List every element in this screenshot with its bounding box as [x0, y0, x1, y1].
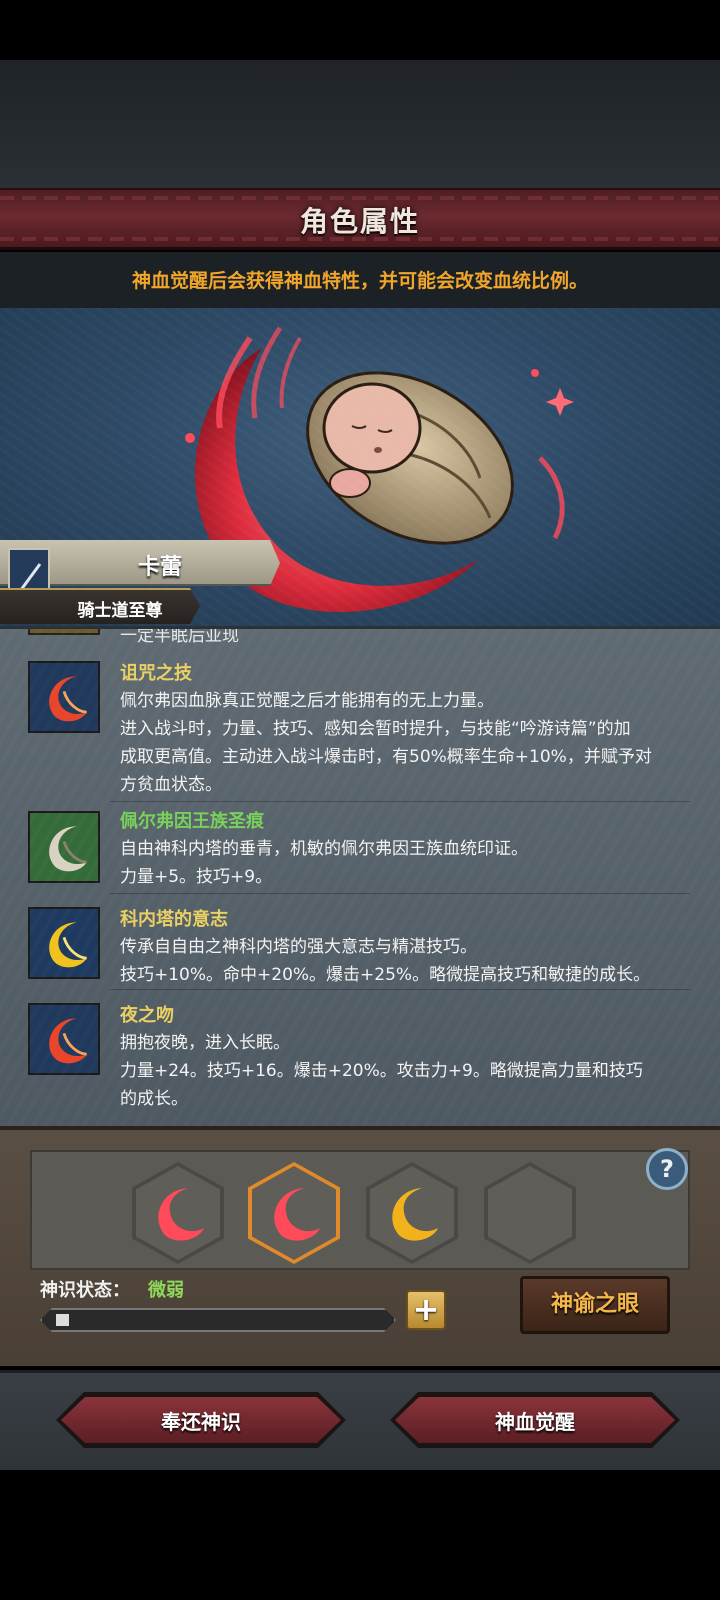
notice-text: 神血觉醒后会获得神血特性，并可能会改变血统比例。: [131, 270, 588, 292]
yellow-crescent-icon: [28, 907, 100, 979]
divider: [110, 893, 690, 894]
empty-slot[interactable]: [484, 1162, 576, 1264]
help-button[interactable]: ?: [646, 1148, 688, 1190]
return-sense-button[interactable]: 奉还神识: [56, 1392, 346, 1448]
trait-description: 佩尔弗因血脉真正觉醒之后才能拥有的无上力量。 进入战斗时，力量、技巧、感知会暂时…: [120, 691, 652, 795]
trait-icon-partial: [28, 629, 100, 635]
trait-name: 夜之吻: [120, 1005, 174, 1026]
red-crescent-icon: [28, 661, 100, 733]
header-banner: 角色属性: [0, 188, 720, 250]
oracle-eye-button[interactable]: 神谕之眼: [520, 1276, 670, 1334]
page-title: 角色属性: [299, 205, 420, 238]
red-moon-icon: [274, 1188, 320, 1241]
trait-name: 诅咒之技: [120, 663, 192, 684]
gold-moon-icon: [392, 1188, 438, 1241]
trait-description: 传承自自由之神科内塔的强大意志与精湛技巧。 技巧+10%。命中+20%。爆击+2…: [120, 937, 651, 985]
divider: [110, 989, 690, 990]
status-bar-area: [0, 0, 720, 60]
divine-sense-progress: [40, 1308, 396, 1332]
divine-sense-value: 微弱: [148, 1280, 184, 1301]
backdrop: [0, 60, 720, 190]
red-moon-icon: [158, 1188, 204, 1241]
slot-tray: [30, 1150, 690, 1270]
red-crescent-icon: [28, 1003, 100, 1075]
character-name: 卡蕾: [137, 555, 182, 580]
progress-fill: [56, 1314, 69, 1326]
red-moon-slot[interactable]: [132, 1162, 224, 1264]
trait-name: 佩尔弗因王族圣痕: [120, 811, 264, 832]
divider: [110, 801, 690, 802]
trait-text-partial: 一定半眠后亚现: [120, 626, 239, 646]
notice-bar: 神血觉醒后会获得神血特性，并可能会改变血统比例。: [0, 252, 720, 308]
trait-description: 自由神科内塔的垂青，机敏的佩尔弗因王族血统印证。 力量+5。技巧+9。: [120, 839, 528, 887]
white-crescent-icon: [28, 811, 100, 883]
awaken-label: 神血觉醒: [495, 1410, 575, 1434]
nav-area: [0, 1470, 720, 1600]
awaken-button[interactable]: 神血觉醒: [390, 1392, 680, 1448]
gold-moon-slot[interactable]: [366, 1162, 458, 1264]
trait-name: 科内塔的意志: [120, 909, 228, 930]
plus-button[interactable]: +: [406, 1290, 446, 1330]
trait-description: 拥抱夜晚，进入长眠。 力量+24。技巧+16。爆击+20%。攻击力+9。略微提高…: [120, 1033, 643, 1109]
traits-panel[interactable]: 一定半眠后亚现 诅咒之技 佩尔弗因血脉真正觉醒之后才能拥有的无上力量。 进入战斗…: [0, 626, 720, 1126]
character-title: 骑士道至尊: [77, 601, 163, 621]
red-moon-slot-selected[interactable]: [248, 1162, 340, 1264]
return-sense-label: 奉还神识: [161, 1410, 241, 1434]
divine-sense-label: 神识状态：: [40, 1280, 130, 1301]
